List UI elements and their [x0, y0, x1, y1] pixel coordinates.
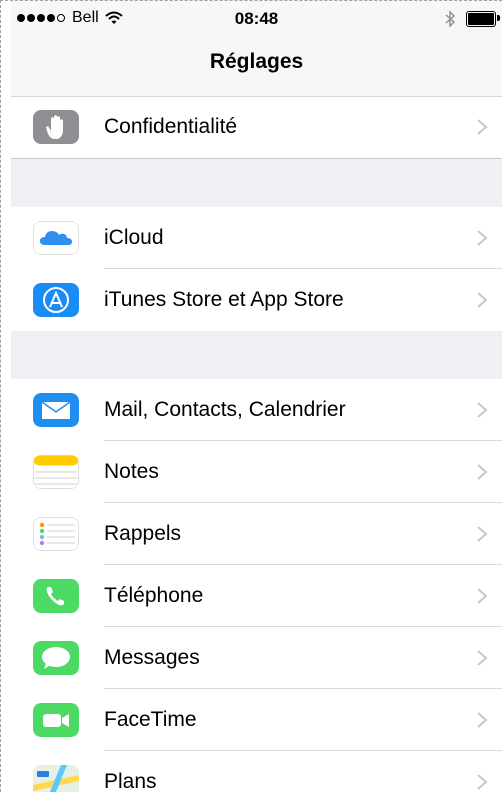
chevron-right-icon	[477, 712, 488, 728]
settings-row-label: Téléphone	[104, 584, 204, 607]
group-separator	[11, 158, 502, 159]
chevron-right-icon	[477, 402, 488, 418]
hand-privacy-icon	[33, 110, 79, 144]
settings-row-label: iCloud	[104, 226, 164, 249]
screenshot-border-top	[0, 0, 502, 1]
chevron-right-icon	[477, 119, 488, 135]
app-store-icon	[33, 283, 79, 317]
settings-row-label: Rappels	[104, 522, 182, 545]
maps-icon	[33, 765, 79, 792]
settings-row-label: Confidentialité	[104, 115, 238, 138]
phone-screen: Bell 08:48 Réglages Confidentialité iClo…	[11, 0, 502, 792]
navigation-bar: Réglages	[11, 40, 502, 97]
chevron-right-icon	[477, 230, 488, 246]
chevron-right-icon	[477, 588, 488, 604]
status-bar: Bell 08:48	[11, 0, 502, 40]
settings-row-label: Messages	[104, 646, 200, 669]
phone-icon	[33, 579, 79, 613]
settings-row-icloud[interactable]: iCloud	[11, 207, 502, 269]
battery-icon	[466, 11, 500, 27]
settings-row-label: Plans	[104, 770, 157, 792]
icloud-icon	[33, 221, 79, 255]
settings-row-label: Mail, Contacts, Calendrier	[104, 398, 346, 421]
chevron-right-icon	[477, 774, 488, 790]
settings-row-reminders[interactable]: Rappels	[11, 503, 502, 565]
reminders-icon	[33, 517, 79, 551]
settings-row-messages[interactable]: Messages	[11, 627, 502, 689]
settings-row-maps[interactable]: Plans	[11, 751, 502, 792]
chevron-right-icon	[477, 526, 488, 542]
chevron-right-icon	[477, 650, 488, 666]
settings-row-notes[interactable]: Notes	[11, 441, 502, 503]
settings-row-label: iTunes Store et App Store	[104, 288, 344, 311]
settings-row-phone[interactable]: Téléphone	[11, 565, 502, 627]
settings-row-privacy[interactable]: Confidentialité	[11, 96, 502, 158]
page-title: Réglages	[209, 50, 304, 73]
chevron-right-icon	[477, 292, 488, 308]
settings-row-label: Notes	[104, 460, 159, 483]
bluetooth-icon	[445, 10, 456, 28]
facetime-icon	[33, 703, 79, 737]
settings-row-facetime[interactable]: FaceTime	[11, 689, 502, 751]
settings-row-mail[interactable]: Mail, Contacts, Calendrier	[11, 379, 502, 441]
settings-row-app-store[interactable]: iTunes Store et App Store	[11, 269, 502, 331]
settings-row-label: FaceTime	[104, 708, 197, 731]
screenshot-border-left	[0, 0, 1, 792]
mail-icon	[33, 393, 79, 427]
notes-icon	[33, 455, 79, 489]
status-time: 08:48	[234, 9, 279, 28]
messages-icon	[33, 641, 79, 675]
chevron-right-icon	[477, 464, 488, 480]
